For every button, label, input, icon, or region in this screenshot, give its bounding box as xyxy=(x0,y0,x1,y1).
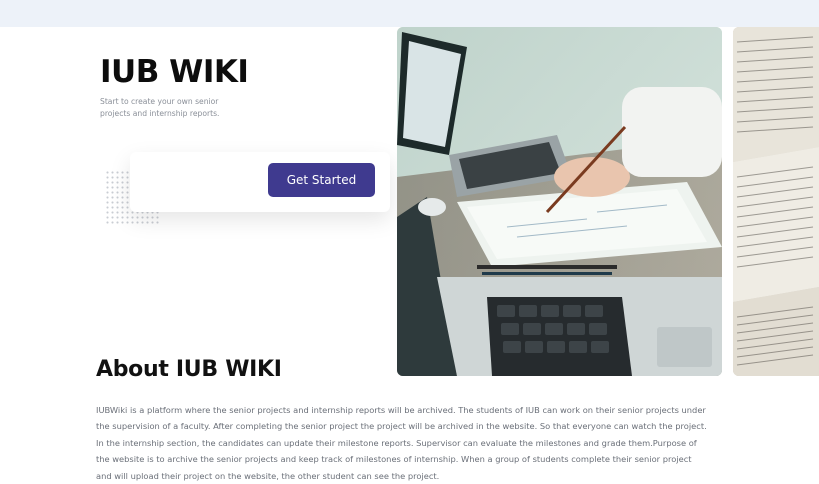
hero-subtitle: Start to create your own senior projects… xyxy=(100,97,220,118)
hero-title: IUB WIKI xyxy=(100,54,249,90)
get-started-button[interactable]: Get Started xyxy=(268,163,375,197)
hero-photo-laptops xyxy=(397,27,722,376)
top-bar xyxy=(0,0,819,27)
side-photo-book-pages xyxy=(733,27,819,376)
about-title: About IUB WIKI xyxy=(96,357,282,382)
about-description: IUBWiki is a platform where the senior p… xyxy=(96,405,707,481)
